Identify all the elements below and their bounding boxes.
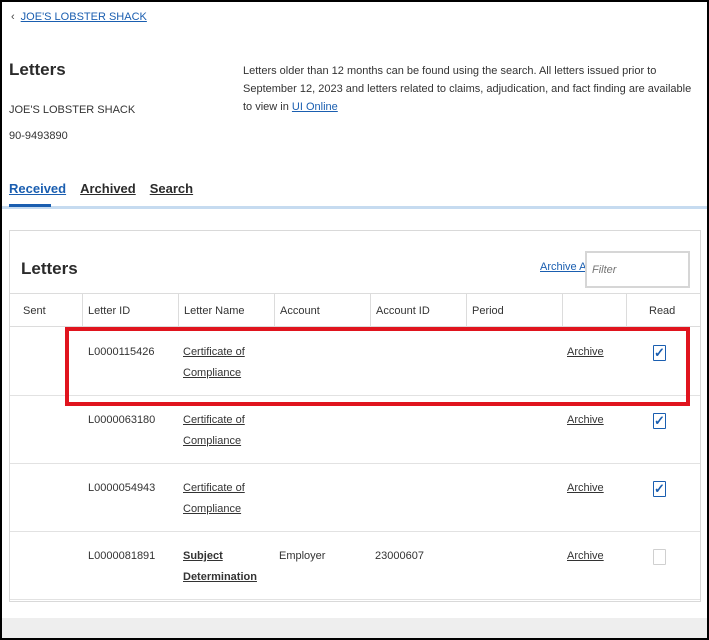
tab-divider <box>2 206 707 209</box>
tab-archived[interactable]: Archived <box>80 181 136 196</box>
letter-name-link[interactable]: Certificate of Compliance <box>183 478 273 520</box>
archive-link[interactable]: Archive <box>567 478 604 499</box>
footer-band <box>2 618 707 638</box>
account: Employer <box>279 550 326 562</box>
back-link-label[interactable]: JOE'S LOBSTER SHACK <box>21 11 147 23</box>
col-account[interactable]: Account <box>274 294 370 328</box>
col-read[interactable]: Read <box>626 294 700 328</box>
col-action <box>562 294 626 328</box>
read-checkbox[interactable] <box>653 549 666 565</box>
letter-name-link[interactable]: Certificate of Compliance <box>183 342 273 384</box>
table-row: L0000054943 Certificate of Compliance Ar… <box>10 464 700 532</box>
filter-input[interactable] <box>585 251 690 288</box>
read-checkbox[interactable]: ✓ <box>653 481 666 497</box>
tab-bar: Received Archived Search <box>9 181 193 196</box>
letter-id: L0000054943 <box>88 482 156 494</box>
letters-panel: Letters Archive All Sent Letter ID Lette… <box>9 230 701 602</box>
archive-link[interactable]: Archive <box>567 342 604 363</box>
table-row: L0000063180 Certificate of Compliance Ar… <box>10 396 700 464</box>
ui-online-link[interactable]: UI Online <box>292 101 338 113</box>
read-checkbox[interactable]: ✓ <box>653 413 666 429</box>
tab-search[interactable]: Search <box>150 181 193 196</box>
letter-id: L0000063180 <box>88 414 156 426</box>
checkmark-icon: ✓ <box>654 345 665 360</box>
table-row: L0000115426 Certificate of Compliance Ar… <box>10 328 700 396</box>
col-letter-name[interactable]: Letter Name <box>178 294 274 328</box>
letter-name-link[interactable]: Subject Determination <box>183 546 273 588</box>
letter-name-link[interactable]: Certificate of Compliance <box>183 410 273 452</box>
employer-name: JOE'S LOBSTER SHACK <box>9 104 136 116</box>
table-row: L0000081891 Subject Determination Employ… <box>10 532 700 600</box>
tab-active-indicator <box>9 204 51 207</box>
letter-id: L0000081891 <box>88 550 156 562</box>
page-title: Letters <box>9 60 66 79</box>
archive-link[interactable]: Archive <box>567 546 604 567</box>
col-account-id[interactable]: Account ID <box>370 294 466 328</box>
checkmark-icon: ✓ <box>654 413 665 428</box>
archive-link[interactable]: Archive <box>567 410 604 431</box>
letter-id: L0000115426 <box>88 346 155 358</box>
col-period[interactable]: Period <box>466 294 562 328</box>
col-sent[interactable]: Sent <box>10 294 77 328</box>
col-letter-id[interactable]: Letter ID <box>82 294 178 328</box>
panel-title: Letters <box>21 259 78 278</box>
checkmark-icon: ✓ <box>654 481 665 496</box>
back-link[interactable]: ‹ JOE'S LOBSTER SHACK <box>11 11 147 23</box>
info-text: Letters older than 12 months can be foun… <box>243 62 693 116</box>
tab-received[interactable]: Received <box>9 181 66 196</box>
employer-id: 90-9493890 <box>9 130 68 142</box>
archive-all-link[interactable]: Archive All <box>540 261 591 273</box>
chevron-left-icon: ‹ <box>11 11 15 23</box>
table-header: Sent Letter ID Letter Name Account Accou… <box>10 293 700 328</box>
read-checkbox[interactable]: ✓ <box>653 345 666 361</box>
account-id: 23000607 <box>375 550 424 562</box>
